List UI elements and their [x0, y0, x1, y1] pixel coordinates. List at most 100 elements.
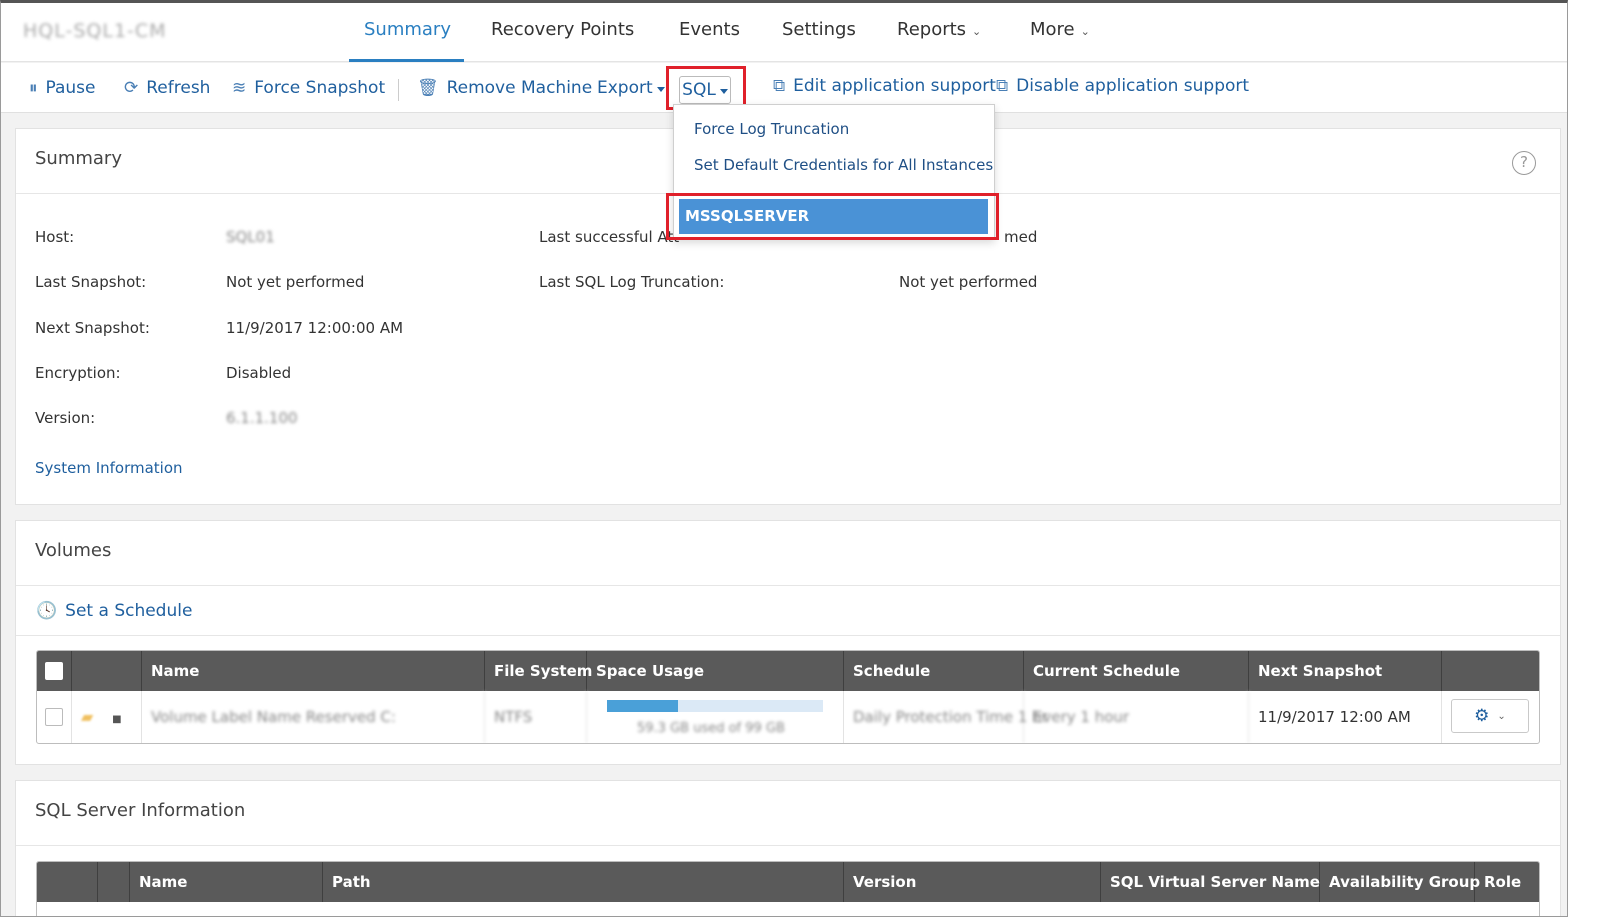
pause-button[interactable]: ⏸ Pause: [29, 78, 96, 98]
sql-info-table: Name Path Version SQL Virtual Server Nam…: [36, 861, 1540, 916]
active-tab-indicator: [349, 59, 464, 62]
volume-current-schedule: Every 1 hour: [1024, 691, 1249, 743]
volume-schedule: Daily Protection Time 1 hr: [844, 691, 1048, 743]
summary-title: Summary: [35, 148, 122, 169]
force-snapshot-button[interactable]: ≋ Force Snapshot: [232, 78, 385, 98]
col-space-usage[interactable]: Space Usage: [587, 651, 844, 691]
sql-header-blank-1: [37, 862, 98, 902]
volumes-table: Name File System Space Usage Schedule Cu…: [36, 650, 1540, 744]
tab-reports[interactable]: Reports ⌄: [897, 19, 981, 40]
sql-info-title: SQL Server Information: [35, 800, 246, 821]
tab-recovery-points[interactable]: Recovery Points: [491, 19, 634, 40]
menu-divider: [674, 193, 994, 194]
volume-next-snapshot: 11/9/2017 12:00 AM: [1249, 691, 1442, 743]
set-schedule-label: Set a Schedule: [65, 601, 193, 621]
tab-more-label: More: [1030, 19, 1075, 40]
volumes-title: Volumes: [35, 540, 112, 561]
edit-app-support-label: Edit application support: [793, 76, 996, 96]
sql-info-divider: [16, 845, 1560, 846]
select-all-checkbox[interactable]: [45, 662, 63, 680]
next-snapshot-label: Next Snapshot:: [35, 319, 150, 337]
remove-machine-button[interactable]: 🗑 Remove Machine: [417, 78, 592, 98]
col-schedule[interactable]: Schedule: [844, 651, 1024, 691]
disable-window-icon: ⧉: [996, 76, 1009, 96]
caret-down-icon: [656, 86, 665, 92]
volume-icon: ▰: [81, 707, 94, 726]
clock-icon: 🕓: [36, 601, 58, 621]
last-snapshot-value: Not yet performed: [226, 273, 365, 291]
gear-icon: ⚙: [1474, 706, 1490, 726]
expand-icon[interactable]: ■: [112, 714, 121, 725]
toolbar-divider: [398, 79, 399, 101]
last-sql-log-truncation-value: Not yet performed: [899, 273, 1038, 291]
header-blank-cell: [72, 651, 142, 691]
tab-reports-label: Reports: [897, 19, 967, 40]
col-sql-version[interactable]: Version: [844, 862, 1101, 902]
row-icon-cell: ▰ ■: [72, 691, 142, 743]
sql-header-blank-2: [98, 862, 130, 902]
last-snapshot-label: Last Snapshot:: [35, 273, 147, 291]
system-information-link[interactable]: System Information: [35, 459, 183, 477]
col-actions: [1442, 651, 1539, 691]
col-current-schedule[interactable]: Current Schedule: [1024, 651, 1249, 691]
row-checkbox[interactable]: [45, 708, 63, 726]
col-name[interactable]: Name: [142, 651, 485, 691]
disable-app-support-label: Disable application support: [1016, 76, 1250, 96]
set-schedule-link[interactable]: 🕓 Set a Schedule: [36, 601, 192, 621]
tab-summary[interactable]: Summary: [364, 19, 451, 40]
host-value: SQL01: [226, 228, 275, 246]
last-successful-attempt-value: med: [1004, 228, 1038, 246]
trash-icon: 🗑: [417, 78, 439, 98]
volume-space-usage-cell: 59.3 GB used of 99 GB: [587, 691, 844, 743]
next-snapshot-value: 11/9/2017 12:00:00 AM: [226, 319, 404, 337]
volume-file-system: NTFS: [485, 691, 587, 743]
version-label: Version:: [35, 409, 96, 427]
col-availability-group[interactable]: Availability Group: [1320, 862, 1480, 902]
volume-name[interactable]: Volume Label Name Reserved C:: [142, 691, 485, 743]
chevron-down-icon: ⌄: [1080, 25, 1090, 38]
volumes-panel: Volumes 🕓 Set a Schedule Name File System…: [15, 520, 1561, 765]
volumes-table-header: Name File System Space Usage Schedule Cu…: [37, 651, 1539, 691]
col-sql-name[interactable]: Name: [130, 862, 323, 902]
app-frame: HQL-SQL1-CM Summary Recovery Points Even…: [0, 0, 1568, 917]
space-usage-fill: [607, 700, 679, 712]
layers-icon: ≋: [232, 78, 247, 98]
edit-window-icon: ⧉: [773, 76, 786, 96]
mssqlserver-instance-item[interactable]: MSSQLSERVER: [679, 199, 988, 234]
col-sql-virtual-server-name[interactable]: SQL Virtual Server Name: [1101, 862, 1320, 902]
force-log-truncation-item[interactable]: Force Log Truncation: [694, 120, 849, 138]
volumes-divider: [16, 585, 1560, 586]
last-successful-attempt-label: Last successful Att: [539, 228, 680, 246]
volumes-subdivider: [16, 635, 1560, 636]
last-sql-log-truncation-label: Last SQL Log Truncation:: [539, 273, 725, 291]
top-nav: HQL-SQL1-CM Summary Recovery Points Even…: [1, 3, 1567, 62]
tab-more[interactable]: More ⌄: [1030, 19, 1090, 40]
chevron-down-icon: ⌄: [1497, 710, 1506, 722]
refresh-label: Refresh: [146, 78, 211, 98]
tab-settings[interactable]: Settings: [782, 19, 856, 40]
edit-application-support-button[interactable]: ⧉ Edit application support: [773, 76, 996, 96]
encryption-label: Encryption:: [35, 364, 121, 382]
disable-application-support-button[interactable]: ⧉ Disable application support: [996, 76, 1249, 96]
row-settings-button[interactable]: ⚙ ⌄: [1451, 699, 1529, 733]
pause-icon: ⏸: [29, 78, 38, 98]
sql-info-table-header: Name Path Version SQL Virtual Server Nam…: [37, 862, 1539, 902]
export-button[interactable]: Export: [597, 78, 665, 98]
encryption-value: Disabled: [226, 364, 292, 382]
col-next-snapshot[interactable]: Next Snapshot: [1249, 651, 1442, 691]
col-file-system[interactable]: File System: [485, 651, 592, 691]
remove-machine-label: Remove Machine: [446, 78, 593, 98]
space-usage-bar: [607, 700, 823, 712]
export-label: Export: [597, 78, 653, 98]
tab-events[interactable]: Events: [679, 19, 740, 40]
force-snapshot-label: Force Snapshot: [254, 78, 386, 98]
help-icon[interactable]: ?: [1512, 151, 1536, 175]
machine-name: HQL-SQL1-CM: [23, 20, 167, 42]
refresh-button[interactable]: ⟳ Refresh: [124, 78, 210, 98]
version-value: 6.1.1.100: [226, 409, 298, 427]
host-label: Host:: [35, 228, 75, 246]
chevron-down-icon: ⌄: [972, 25, 982, 38]
set-default-credentials-item[interactable]: Set Default Credentials for All Instance…: [694, 156, 993, 174]
col-sql-path[interactable]: Path: [323, 862, 844, 902]
col-role[interactable]: Role: [1475, 862, 1539, 902]
